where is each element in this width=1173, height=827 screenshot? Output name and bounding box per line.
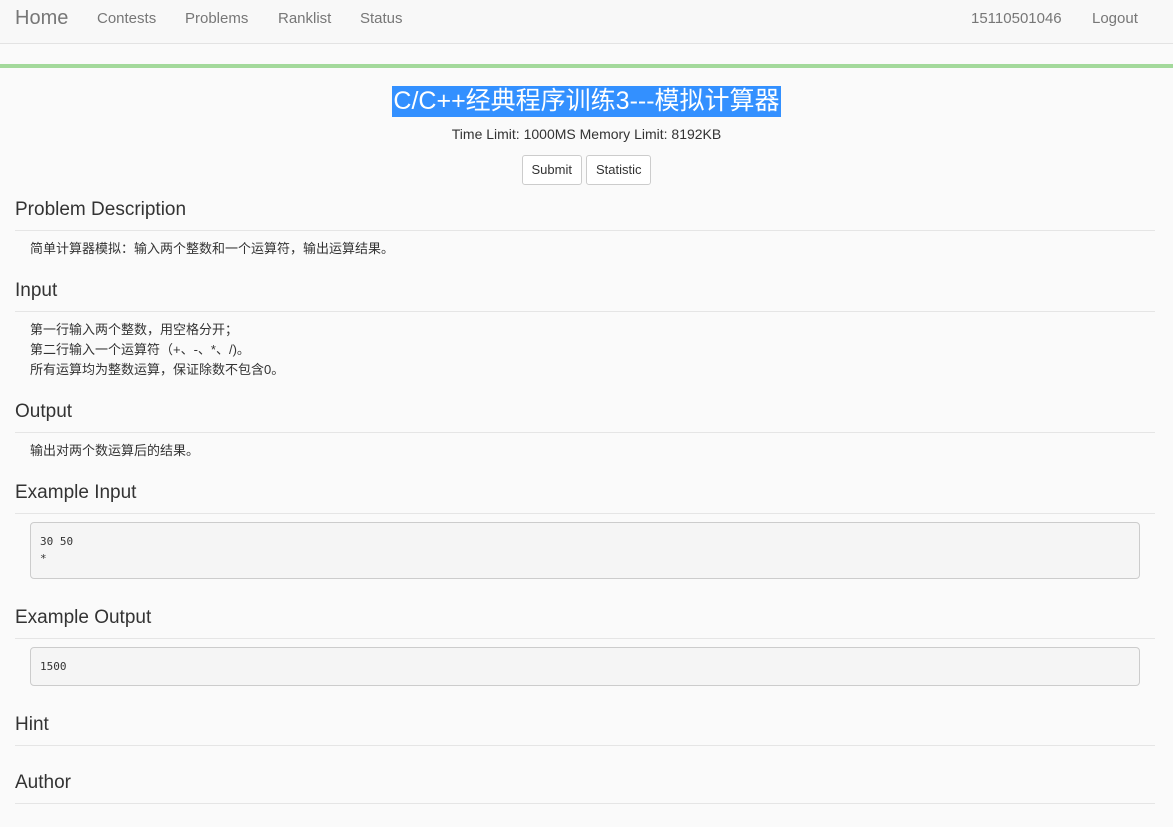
problem-limits: Time Limit: 1000MS Memory Limit: 8192KB <box>451 126 722 142</box>
nav-home-link[interactable]: Home <box>15 7 68 30</box>
description-heading: Problem Description <box>15 199 1155 231</box>
output-heading: Output <box>15 401 1155 433</box>
accent-divider <box>0 64 1173 68</box>
description-text: 简单计算器模拟：输入两个整数和一个运算符，输出运算结果。 <box>30 241 395 256</box>
input-line: 所有运算均为整数运算，保证除数不包含0。 <box>30 362 285 377</box>
nav-status-link[interactable]: Status <box>360 10 403 27</box>
input-line: 第一行输入两个整数，用空格分开； <box>30 322 239 337</box>
nav-problems-link[interactable]: Problems <box>185 10 248 27</box>
input-heading: Input <box>15 280 1155 312</box>
problem-action-buttons: Submit Statistic <box>0 155 1173 185</box>
example-input-line: * <box>40 552 47 565</box>
nav-user-link[interactable]: 15110501046 <box>971 10 1062 27</box>
input-line: 第二行输入一个运算符（+、-、*、/)。 <box>30 342 250 357</box>
statistic-button[interactable]: Statistic <box>585 155 652 185</box>
nav-logout-link[interactable]: Logout <box>1092 10 1138 27</box>
nav-contests-link[interactable]: Contests <box>97 10 156 27</box>
example-input-heading: Example Input <box>15 482 1155 514</box>
problem-title-wrap: C/C++经典程序训练3---模拟计算器 <box>0 86 1173 117</box>
example-input-code[interactable]: 30 50 * <box>30 522 1140 579</box>
example-input-line: 30 50 <box>40 535 74 548</box>
nav-ranklist-link[interactable]: Ranklist <box>278 10 331 27</box>
example-output-line: 1500 <box>40 660 67 673</box>
input-text: 第一行输入两个整数，用空格分开； 第二行输入一个运算符（+、-、*、/)。 所有… <box>30 320 1140 380</box>
author-heading: Author <box>15 772 1155 804</box>
problem-title: C/C++经典程序训练3---模拟计算器 <box>392 86 781 117</box>
example-output-code[interactable]: 1500 <box>30 647 1140 686</box>
top-navbar: Home Contests Problems Ranklist Status 1… <box>0 0 1173 44</box>
hint-heading: Hint <box>15 714 1155 746</box>
submit-button[interactable]: Submit <box>521 155 582 185</box>
example-output-heading: Example Output <box>15 607 1155 639</box>
output-text: 输出对两个数运算后的结果。 <box>30 443 200 458</box>
